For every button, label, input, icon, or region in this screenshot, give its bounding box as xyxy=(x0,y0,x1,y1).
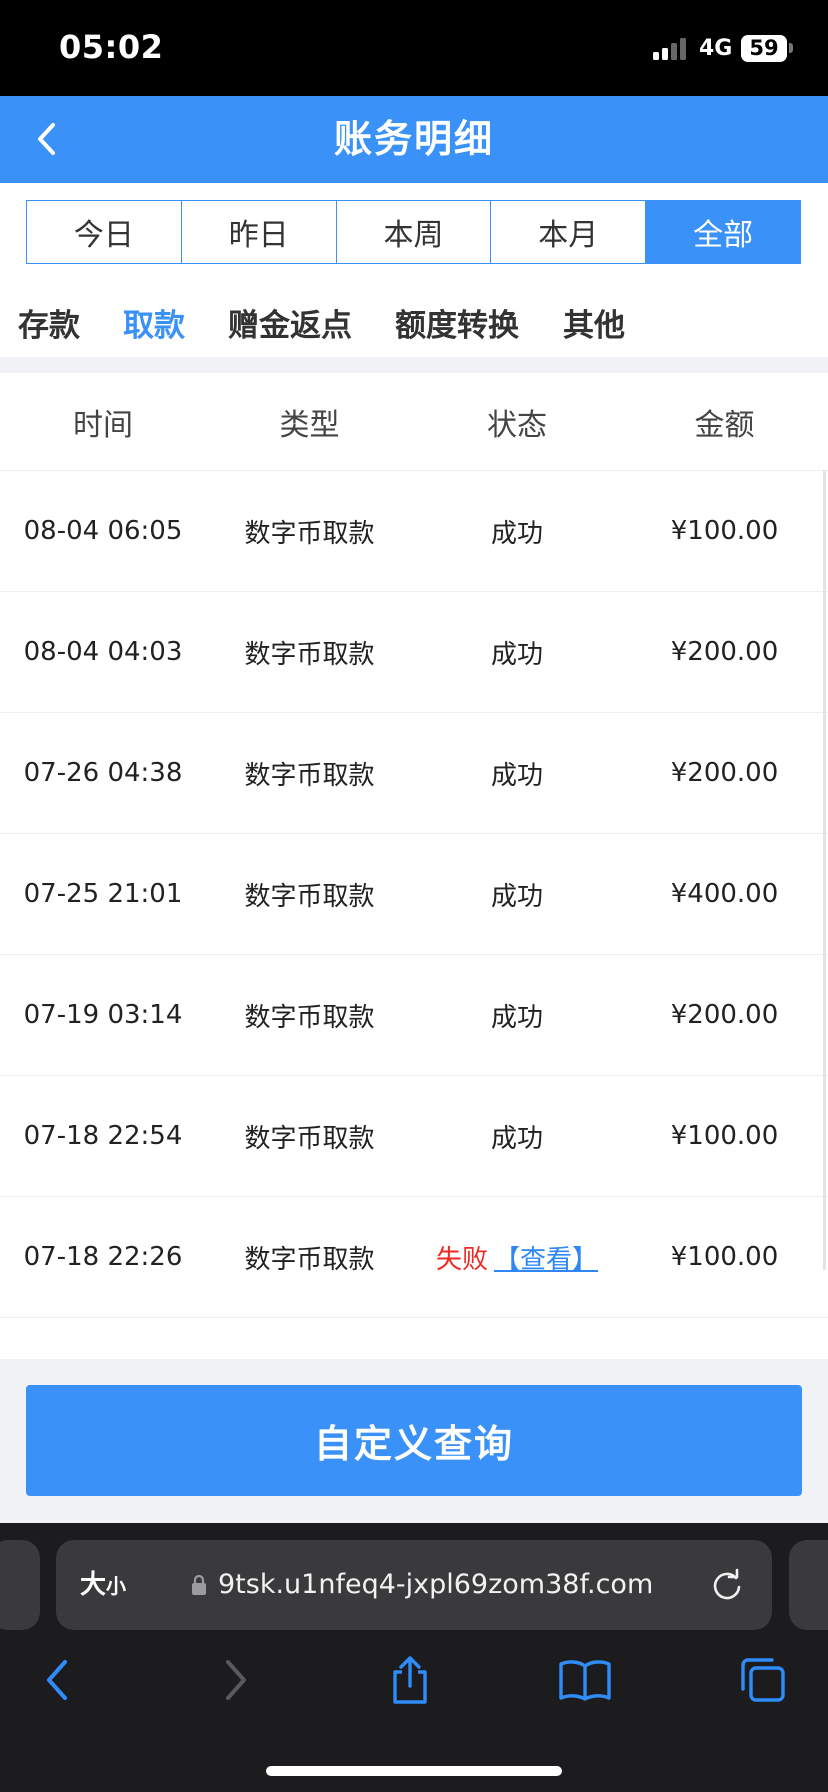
row-time: 07-18 22:54 xyxy=(23,1121,183,1151)
period-tabs: 今日 昨日 本周 本月 全部 xyxy=(26,200,801,264)
tab-yesterday[interactable]: 昨日 xyxy=(181,201,337,263)
row-amount: ¥100.00 xyxy=(670,516,779,546)
row-status: 成功 xyxy=(490,760,543,791)
url-text[interactable]: 9tsk.u1nfeq4-jxpl69zom38f.com xyxy=(218,1540,653,1630)
row-amount: ¥400.00 xyxy=(670,879,779,909)
table-row: 07-26 04:38 数字币取款 成功 ¥200.00 xyxy=(0,713,828,834)
row-time: 07-19 03:14 xyxy=(23,1000,183,1030)
battery-cap xyxy=(789,43,793,53)
row-type: 数字币取款 xyxy=(244,1244,375,1275)
tab-withdraw[interactable]: 取款 xyxy=(123,300,185,345)
row-time: 07-18 22:26 xyxy=(23,1242,183,1272)
row-status: 成功 xyxy=(490,881,543,912)
row-amount: ¥100.00 xyxy=(670,1121,779,1151)
table-row: 07-18 22:26 数字币取款 失败 【查看】 ¥100.00 xyxy=(0,1197,828,1318)
chevron-left-icon xyxy=(38,123,55,155)
share-icon xyxy=(393,1656,427,1704)
reload-icon[interactable] xyxy=(709,1567,745,1603)
table-row: 07-25 21:01 数字币取款 成功 ¥400.00 xyxy=(0,834,828,955)
divider xyxy=(0,357,828,373)
tabs-icon xyxy=(741,1658,785,1702)
previous-tab-preview[interactable] xyxy=(0,1540,40,1630)
table-row: 08-04 06:05 数字币取款 成功 ¥100.00 xyxy=(0,471,828,592)
scrollbar[interactable] xyxy=(823,470,826,1270)
row-status: 成功 xyxy=(490,518,543,549)
tab-deposit[interactable]: 存款 xyxy=(18,300,80,345)
row-amount: ¥200.00 xyxy=(670,1000,779,1030)
row-time: 07-25 21:01 xyxy=(23,879,183,909)
records-table: 时间 类型 状态 金额 08-04 06:05 数字币取款 成功 ¥100.00… xyxy=(0,373,828,1359)
browser-forward-button[interactable] xyxy=(206,1650,266,1710)
status-bar: 05:02 4G 59 xyxy=(0,0,828,96)
chevron-right-icon xyxy=(226,1660,246,1700)
network-type: 4G xyxy=(699,36,733,61)
column-header-status: 状态 xyxy=(487,407,547,443)
bookmarks-button[interactable] xyxy=(555,1650,615,1710)
row-status: 成功 xyxy=(490,1123,543,1154)
tab-all[interactable]: 全部 xyxy=(646,201,800,263)
tab-bonus-rebate[interactable]: 赠金返点 xyxy=(228,300,352,345)
row-status: 失败 xyxy=(435,1244,488,1275)
screen: 05:02 4G 59 账务明细 今日 昨日 本周 本月 全部 存款 取款 赠金… xyxy=(0,0,828,1792)
home-indicator xyxy=(266,1766,562,1776)
lock-icon xyxy=(192,1574,206,1595)
row-type: 数字币取款 xyxy=(244,518,375,549)
table-row: 07-18 22:54 数字币取款 成功 ¥100.00 xyxy=(0,1076,828,1197)
row-type: 数字币取款 xyxy=(244,1123,375,1154)
tab-this-month[interactable]: 本月 xyxy=(491,201,647,263)
text-size-button[interactable]: 大小 xyxy=(80,1540,126,1630)
signal-icon xyxy=(653,38,689,60)
row-type: 数字币取款 xyxy=(244,760,375,791)
tab-this-week[interactable]: 本周 xyxy=(336,201,492,263)
page-title: 账务明细 xyxy=(333,117,494,161)
tabs-button[interactable] xyxy=(733,1650,793,1710)
row-time: 08-04 04:03 xyxy=(23,637,183,667)
tab-other[interactable]: 其他 xyxy=(563,300,625,345)
type-tabs: 存款 取款 赠金返点 额度转换 其他 xyxy=(0,300,828,356)
row-time: 07-26 04:38 xyxy=(23,758,183,788)
back-button[interactable] xyxy=(26,114,66,164)
row-status-cell: 失败 【查看】 xyxy=(413,1197,621,1317)
row-amount: ¥200.00 xyxy=(670,637,779,667)
row-type: 数字币取款 xyxy=(244,1002,375,1033)
custom-query-button[interactable]: 自定义查询 xyxy=(26,1385,802,1496)
row-status: 成功 xyxy=(490,639,543,670)
book-icon xyxy=(559,1660,611,1701)
row-time: 08-04 06:05 xyxy=(23,516,183,546)
row-amount: ¥200.00 xyxy=(670,758,779,788)
app-header: 账务明细 xyxy=(0,96,828,183)
battery-icon: 59 xyxy=(741,35,787,62)
row-status: 成功 xyxy=(490,1002,543,1033)
column-header-type: 类型 xyxy=(279,407,340,443)
row-type: 数字币取款 xyxy=(244,881,375,912)
tab-transfer[interactable]: 额度转换 xyxy=(395,300,519,345)
chevron-left-icon xyxy=(47,1660,67,1700)
row-amount: ¥100.00 xyxy=(670,1242,779,1272)
status-time: 05:02 xyxy=(59,28,164,66)
table-header: 时间 类型 状态 金额 xyxy=(0,373,828,471)
share-button[interactable] xyxy=(380,1650,440,1710)
next-tab-preview[interactable] xyxy=(789,1540,828,1630)
browser-back-button[interactable] xyxy=(27,1650,87,1710)
table-row: 08-04 04:03 数字币取款 成功 ¥200.00 xyxy=(0,592,828,713)
view-details-link[interactable]: 【查看】 xyxy=(494,1239,598,1276)
tab-today[interactable]: 今日 xyxy=(27,201,182,263)
column-header-amount: 金额 xyxy=(694,407,755,443)
column-header-time: 时间 xyxy=(73,407,133,443)
table-row: 07-19 03:14 数字币取款 成功 ¥200.00 xyxy=(0,955,828,1076)
row-type: 数字币取款 xyxy=(244,639,375,670)
address-bar[interactable]: 大小 9tsk.u1nfeq4-jxpl69zom38f.com xyxy=(56,1540,772,1630)
